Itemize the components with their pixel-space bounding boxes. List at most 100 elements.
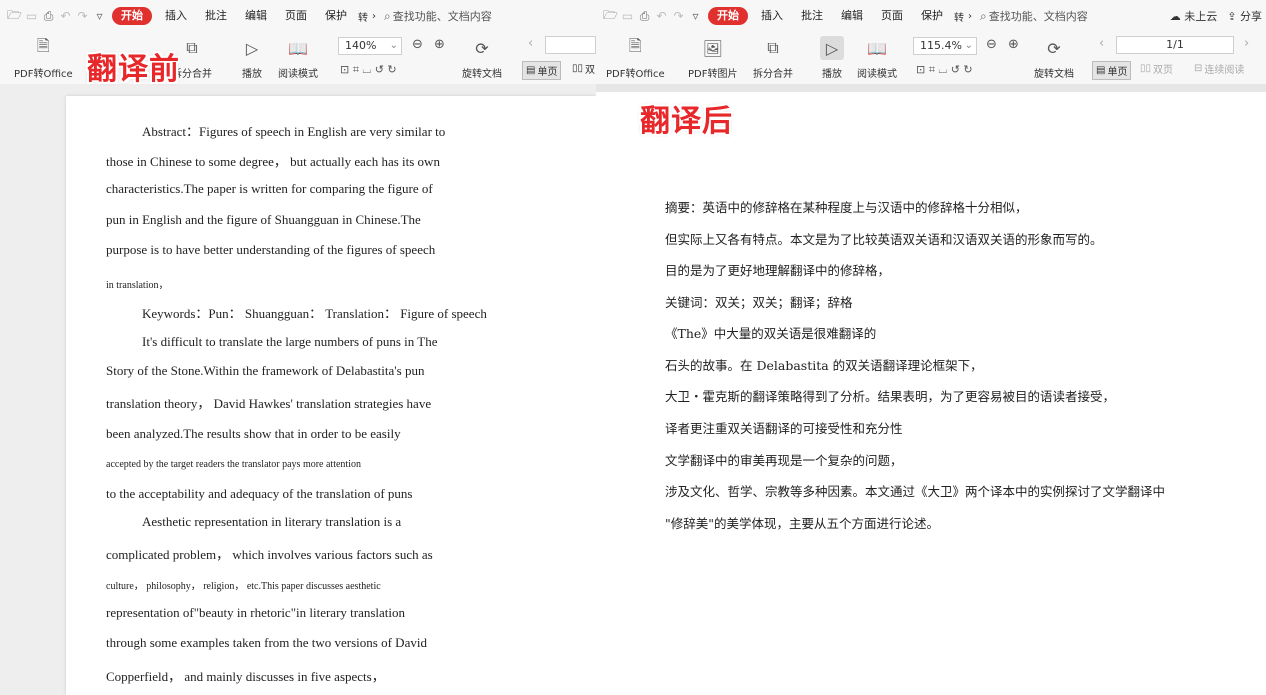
- zoom-select[interactable]: 140% ⌄: [338, 37, 402, 55]
- next-page-icon[interactable]: ›: [1244, 36, 1249, 51]
- double-page-button[interactable]: ▯▯ 双页: [1140, 61, 1173, 76]
- zoom-select[interactable]: 115.4% ⌄: [913, 37, 977, 55]
- search-icon: ⌕: [384, 8, 391, 23]
- chevron-down-icon[interactable]: ▿: [91, 8, 108, 25]
- zoom-in-icon[interactable]: ⊕: [1008, 37, 1019, 52]
- rotate-icon: ⟳: [1047, 38, 1061, 58]
- text-line: Aesthetic representation in literary tra…: [142, 514, 402, 529]
- search-field[interactable]: ⌕ 查找功能、文档内容: [980, 8, 1088, 24]
- share-button[interactable]: ⇪ 分享: [1227, 8, 1262, 24]
- menu-edit[interactable]: 编辑: [832, 7, 872, 25]
- menu-annotate[interactable]: 批注: [196, 7, 236, 25]
- read-mode-button[interactable]: 📖 阅读模式: [857, 36, 897, 81]
- menu-overflow[interactable]: 转: [952, 9, 966, 24]
- text-line: 石头的故事。在 Delabastita 的双关语翻译理论框架下，: [665, 358, 983, 373]
- prev-page-icon[interactable]: ‹: [1099, 36, 1104, 51]
- prev-page-icon[interactable]: ‹: [528, 36, 533, 51]
- redo-icon[interactable]: ↷: [670, 8, 687, 25]
- before-translation-window: 🗁 ▭ ⎙ ↶ ↷ ▿ 开始 插入 批注 编辑 页面 保护 转 › ⌕ 查找功能…: [0, 0, 596, 695]
- text-line: Story of the Stone.Within the framework …: [106, 363, 425, 378]
- zoom-out-icon[interactable]: ⊖: [412, 37, 423, 52]
- search-placeholder: 查找功能、文档内容: [392, 10, 492, 23]
- cloud-status[interactable]: ☁ 未上云: [1170, 8, 1218, 24]
- ribbon-divider: [596, 84, 1266, 92]
- book-icon: 📖: [867, 38, 887, 58]
- share-icon: ⇪: [1227, 10, 1237, 23]
- page-input[interactable]: 1/1: [1116, 36, 1234, 54]
- double-page-icon: ▯▯: [1140, 63, 1152, 74]
- play-button[interactable]: ▷ 播放: [240, 36, 264, 81]
- text-line: culture， philosophy， religion， etc.This …: [106, 581, 381, 592]
- rotate-document-button[interactable]: ⟳ 旋转文档: [1034, 36, 1074, 81]
- text-line: 摘要：英语中的修辞格在某种程度上与汉语中的修辞格十分相似，: [665, 200, 1028, 215]
- view-tools-icons[interactable]: ⊡ ⌗ ⌴ ↺ ↻: [340, 63, 397, 77]
- pdf-to-image-button[interactable]: 🖼 PDF转图片: [688, 36, 737, 81]
- text-line: 大卫・霍克斯的翻译策略得到了分析。结果表明，为了更容易被目的语读者接受，: [665, 389, 1116, 404]
- after-translation-window: 🗁 ▭ ⎙ ↶ ↷ ▿ 开始 插入 批注 编辑 页面 保护 转 › ⌕ 查找功能…: [596, 0, 1266, 695]
- split-merge-icon: ⧉: [767, 38, 779, 57]
- single-page-button[interactable]: ▤ 单页: [522, 61, 562, 80]
- chevron-down-icon: ⌄: [389, 40, 398, 51]
- zoom-in-icon[interactable]: ⊕: [434, 37, 445, 52]
- print-icon[interactable]: ⎙: [40, 8, 57, 25]
- menu-protect[interactable]: 保护: [912, 7, 952, 25]
- single-page-icon: ▤: [1096, 65, 1106, 76]
- redo-icon[interactable]: ↷: [74, 8, 91, 25]
- save-icon[interactable]: ▭: [23, 8, 40, 25]
- chevron-down-icon: ⌄: [964, 40, 973, 51]
- image-icon: 🖼: [702, 38, 723, 58]
- menu-overflow[interactable]: 转: [356, 9, 370, 24]
- rotate-document-button[interactable]: ⟳ 旋转文档: [462, 36, 502, 81]
- menu-page[interactable]: 页面: [872, 7, 912, 25]
- menu-protect[interactable]: 保护: [316, 7, 356, 25]
- menu-annotate[interactable]: 批注: [792, 7, 832, 25]
- print-icon[interactable]: ⎙: [636, 8, 653, 25]
- text-line: 目的是为了更好地理解翻译中的修辞格，: [665, 263, 891, 278]
- text-line: 涉及文化、哲学、宗教等多种因素。本文通过《大卫》两个译本中的实例探讨了文学翻译中: [665, 484, 1166, 499]
- split-merge-button[interactable]: ⧉ 拆分合并: [753, 36, 793, 80]
- text-line: 译者更注重双关语翻译的可接受性和充分性: [665, 421, 903, 436]
- menu-home[interactable]: 开始: [112, 7, 152, 25]
- text-line: Copperfield， and mainly discusses in fiv…: [106, 669, 385, 684]
- continuous-read-button[interactable]: ⊟ 连续阅读: [1194, 61, 1244, 76]
- single-page-button[interactable]: ▤ 单页: [1092, 61, 1132, 80]
- menu-edit[interactable]: 编辑: [236, 7, 276, 25]
- text-line: in translation，: [106, 280, 169, 291]
- text-line: Abstract：Figures of speech in English ar…: [142, 124, 446, 139]
- page-input[interactable]: [545, 36, 596, 54]
- save-icon[interactable]: ▭: [619, 8, 636, 25]
- pdf-to-office-button[interactable]: 🗎 PDF转Office: [14, 36, 73, 81]
- chevron-down-icon[interactable]: ▿: [687, 8, 704, 25]
- menu-insert[interactable]: 插入: [752, 7, 792, 25]
- top-right-actions: ☁ 未上云 ⇪ 分享: [1170, 8, 1266, 24]
- text-line: translation theory， David Hawkes' transl…: [106, 396, 432, 411]
- text-line: characteristics.The paper is written for…: [106, 181, 433, 196]
- search-placeholder: 查找功能、文档内容: [988, 10, 1088, 23]
- text-line: accepted by the target readers the trans…: [106, 459, 361, 470]
- text-line: "修辞美"的美学体现，主要从五个方面进行论述。: [665, 516, 939, 531]
- text-line: to the acceptability and adequacy of the…: [106, 486, 413, 501]
- menu-insert[interactable]: 插入: [156, 7, 196, 25]
- play-icon: ▷: [820, 36, 844, 60]
- text-line: 《The》中大量的双关语是很难翻译的: [665, 326, 877, 341]
- play-icon: ▷: [245, 38, 259, 58]
- zoom-out-icon[interactable]: ⊖: [986, 37, 997, 52]
- view-tools-icons[interactable]: ⊡ ⌗ ⌴ ↺ ↻: [916, 63, 973, 77]
- undo-icon[interactable]: ↶: [653, 8, 670, 25]
- menu-page[interactable]: 页面: [276, 7, 316, 25]
- undo-icon[interactable]: ↶: [57, 8, 74, 25]
- menu-bar: 🗁 ▭ ⎙ ↶ ↷ ▿ 开始 插入 批注 编辑 页面 保护 转 › ⌕ 查找功能…: [0, 0, 596, 32]
- play-button[interactable]: ▷ 播放: [820, 36, 844, 80]
- search-field[interactable]: ⌕ 查找功能、文档内容: [384, 8, 492, 24]
- chevron-right-icon[interactable]: ›: [966, 11, 974, 22]
- text-line: pun in English and the figure of Shuangg…: [106, 212, 421, 227]
- menu-home[interactable]: 开始: [708, 7, 748, 25]
- text-line: through some examples taken from the two…: [106, 635, 427, 650]
- pdf-to-office-button[interactable]: 🗎 PDF转Office: [606, 36, 665, 81]
- folder-icon[interactable]: 🗁: [6, 8, 23, 25]
- double-page-button[interactable]: ▯▯ 双: [572, 61, 595, 76]
- read-mode-button[interactable]: 📖 阅读模式: [278, 36, 318, 81]
- folder-icon[interactable]: 🗁: [602, 8, 619, 25]
- text-line: representation of"beauty in rhetoric"in …: [106, 605, 406, 620]
- chevron-right-icon[interactable]: ›: [370, 11, 378, 22]
